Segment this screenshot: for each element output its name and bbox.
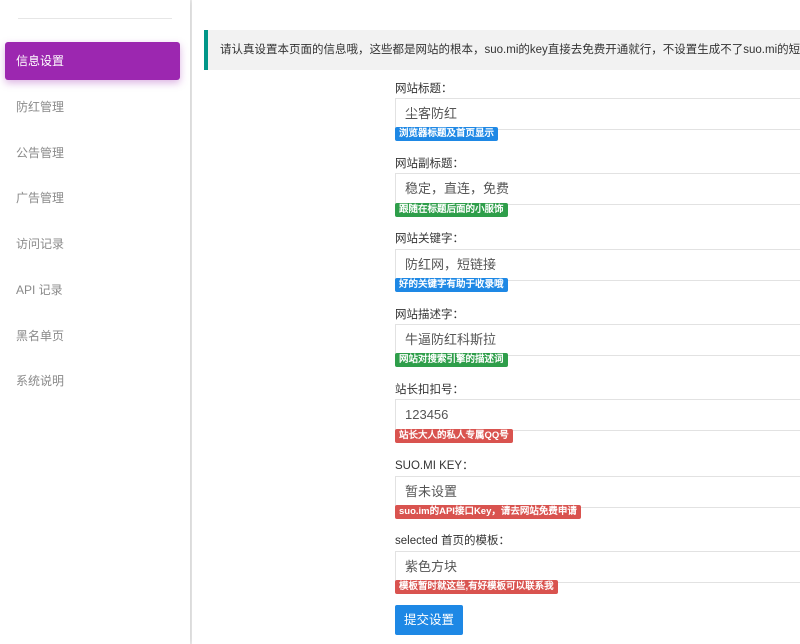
admin-qq-label: 站长扣扣号： [395, 384, 464, 396]
site-description-input[interactable]: 牛逼防红科斯拉 [395, 324, 800, 356]
site-keywords-label: 网站关键字： [395, 233, 464, 245]
sidebar-item-system-info[interactable]: 系统说明 [5, 362, 180, 400]
template-label: selected 首页的模板： [395, 535, 511, 547]
sidebar-item-visit-log[interactable]: 访问记录 [5, 225, 180, 263]
notice-banner: 请认真设置本页面的信息哦，这些都是网站的根本，suo.mi的key直接去免费开通… [204, 30, 800, 70]
sidebar: 信息设置 防红管理 公告管理 广告管理 访问记录 API 记录 黑名单页 系统说… [0, 0, 190, 644]
site-title-label: 网站标题： [395, 83, 453, 95]
site-description-label: 网站描述字： [395, 309, 464, 321]
site-description-hint: 网站对搜索引擎的描述词 [395, 353, 508, 367]
site-subtitle-label: 网站副标题： [395, 158, 464, 170]
site-keywords-input[interactable]: 防红网，短链接 [395, 249, 800, 281]
admin-qq-hint: 站长大人的私人专属QQ号 [395, 429, 513, 443]
site-title-input[interactable]: 尘客防红 [395, 98, 800, 130]
admin-qq-input[interactable]: 123456 [395, 399, 800, 431]
sidebar-divider [18, 18, 172, 19]
suomi-key-label: SUO.MI KEY： [395, 460, 474, 472]
sidebar-item-blacklist[interactable]: 黑名单页 [5, 317, 180, 355]
suomi-key-hint: suo.im的API接口Key，请去网站免费申请 [395, 505, 581, 519]
submit-settings-button[interactable]: 提交设置 [395, 605, 463, 635]
sidebar-item-api-log[interactable]: API 记录 [5, 271, 180, 309]
site-title-hint: 浏览器标题及首页显示 [395, 127, 499, 141]
sidebar-item-announcements[interactable]: 公告管理 [5, 134, 180, 172]
site-keywords-hint: 好的关键字有助于收录哦 [395, 278, 508, 292]
site-subtitle-hint: 跟随在标题后面的小服饰 [395, 203, 508, 217]
site-subtitle-input[interactable]: 稳定，直连，免费 [395, 173, 800, 205]
template-hint: 模板暂时就这些,有好模板可以联系我 [395, 580, 558, 594]
sidebar-item-info-settings[interactable]: 信息设置 [5, 42, 180, 80]
sidebar-item-anti-red[interactable]: 防红管理 [5, 88, 180, 126]
suomi-key-input[interactable]: 暂未设置 [395, 476, 800, 508]
template-select[interactable]: 紫色方块 [395, 551, 800, 583]
sidebar-item-ads[interactable]: 广告管理 [5, 179, 180, 217]
main-content: 请认真设置本页面的信息哦，这些都是网站的根本，suo.mi的key直接去免费开通… [192, 0, 800, 644]
